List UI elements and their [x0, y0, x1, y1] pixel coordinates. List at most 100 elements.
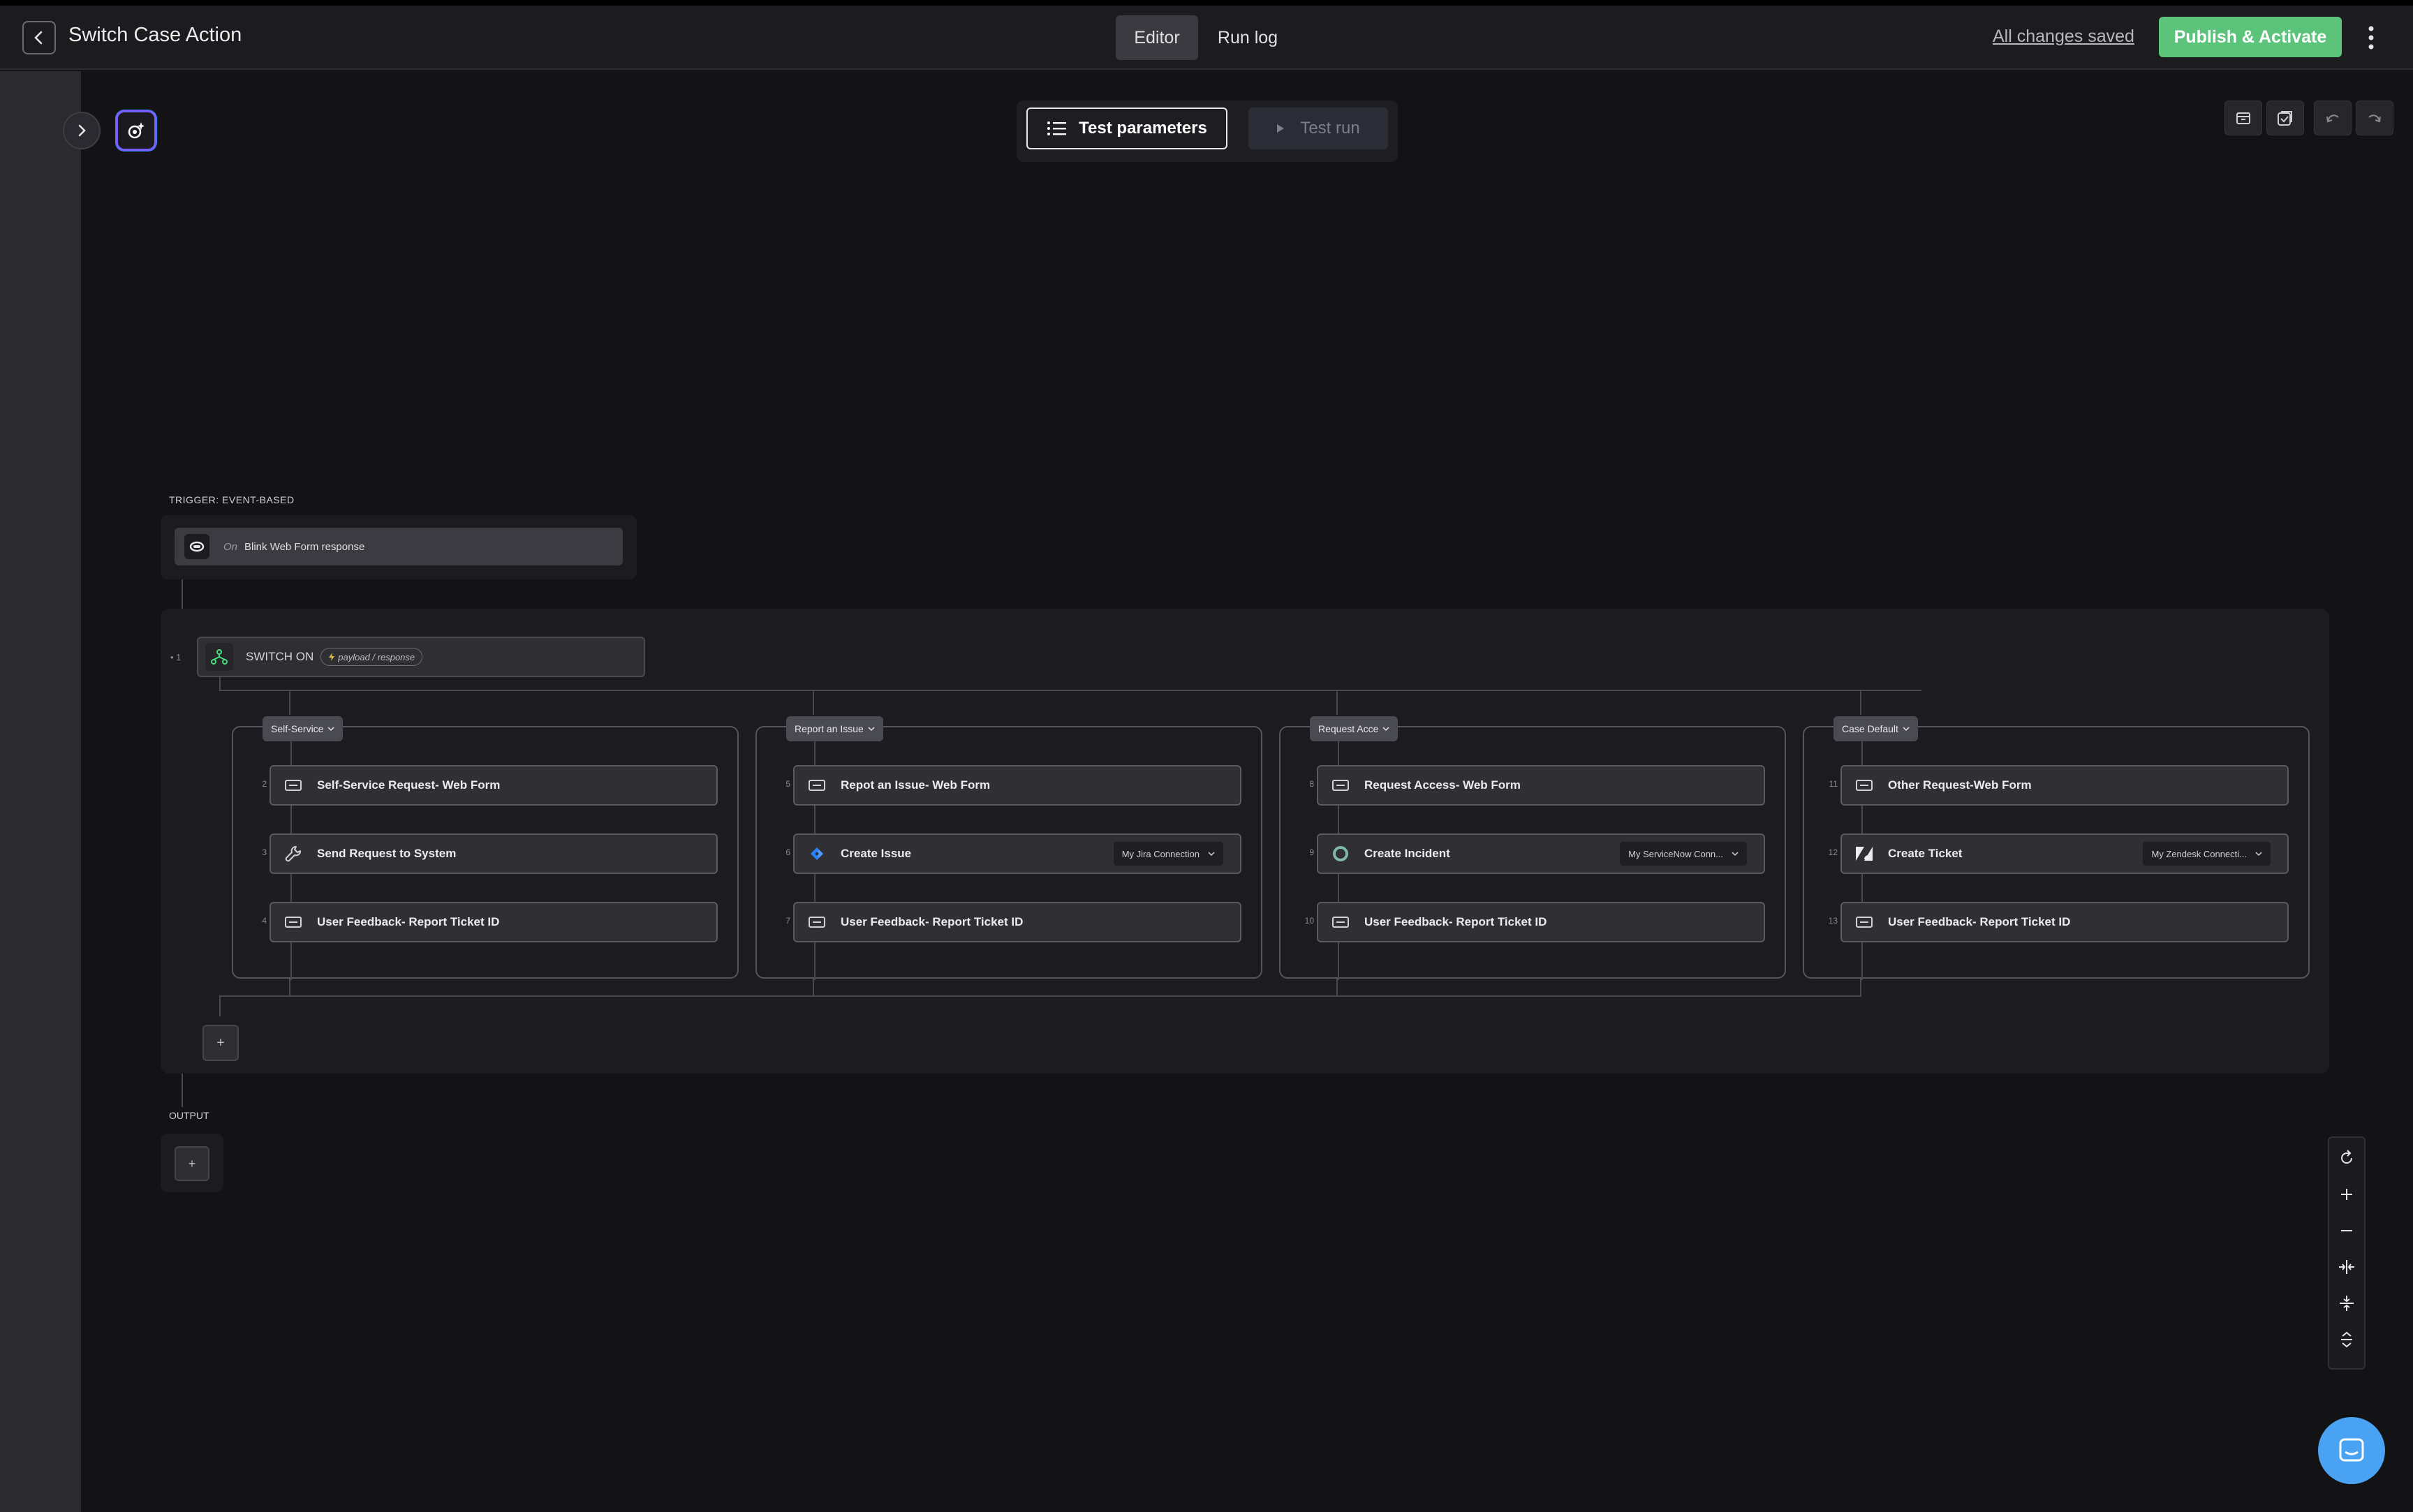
step-card[interactable]: 5 Repot an Issue- Web Form	[785, 765, 1241, 806]
kebab-menu-icon	[2368, 26, 2374, 50]
tab-editor[interactable]: Editor	[1116, 15, 1198, 60]
connection-label: My Jira Connection	[1121, 848, 1200, 859]
step-number: 9	[1309, 847, 1314, 857]
trigger-card[interactable]: On Blink Web Form response	[175, 528, 623, 565]
publish-activate-button[interactable]: Publish & Activate	[2159, 17, 2342, 57]
connection-label: My Zendesk Connecti...	[2151, 848, 2247, 859]
branch-self-service: Self-Service 2 Self-Service Request- Web…	[232, 716, 739, 980]
undo-icon	[2326, 114, 2339, 123]
branch-tag[interactable]: Case Default	[1833, 716, 1918, 741]
test-run-label: Test run	[1300, 119, 1360, 138]
app-root: Switch Case Action Editor Run log All ch…	[0, 0, 2413, 1512]
collapse-all-button[interactable]	[2329, 1322, 2364, 1357]
branch-case-default: Case Default 11 Other Request-Web Form 1…	[1803, 716, 2310, 980]
tab-run-log[interactable]: Run log	[1204, 15, 1292, 60]
branch-tag[interactable]: Report an Issue	[786, 716, 883, 741]
ai-assistant-button[interactable]	[116, 110, 156, 151]
chevron-down-icon	[327, 727, 334, 732]
page-title: Switch Case Action	[68, 24, 242, 46]
undo-button[interactable]	[2314, 101, 2352, 135]
step-number: 13	[1828, 916, 1838, 926]
step-card[interactable]: 13 User Feedback- Report Ticket ID	[1829, 902, 2289, 942]
chevron-down-icon	[2255, 852, 2262, 857]
output-section: +	[161, 1134, 223, 1192]
connector-line	[1861, 874, 1863, 902]
back-button[interactable]	[22, 21, 56, 54]
step-number: 5	[785, 779, 790, 789]
expand-sidebar-button[interactable]	[63, 112, 101, 149]
connector-line	[1338, 806, 1339, 833]
step-card[interactable]: 8 Request Access- Web Form	[1309, 765, 1765, 806]
step-title: Send Request to System	[317, 847, 457, 860]
fit-width-button[interactable]	[2329, 1250, 2364, 1284]
connector-line	[1861, 806, 1863, 833]
checklist-icon	[2278, 111, 2292, 126]
refresh-icon	[2341, 1150, 2352, 1164]
step-number: 6	[785, 847, 790, 857]
redo-button[interactable]	[2356, 101, 2393, 135]
left-sidebar	[0, 71, 81, 1512]
connector-line	[219, 677, 221, 691]
fit-horizontal-icon	[2339, 1260, 2354, 1274]
step-title: Request Access- Web Form	[1364, 778, 1521, 792]
step-number: 3	[262, 847, 267, 857]
step-card[interactable]: 11 Other Request-Web Form	[1829, 765, 2289, 806]
step-card[interactable]: 4 User Feedback- Report Ticket ID	[262, 902, 718, 942]
connection-select[interactable]: My ServiceNow Conn...	[1620, 842, 1747, 866]
zoom-out-button[interactable]	[2329, 1213, 2364, 1248]
step-card[interactable]: 6 Create Issue My Jira Connection	[785, 833, 1241, 874]
chevron-left-icon	[34, 31, 43, 45]
step-title: Create Issue	[841, 847, 912, 860]
save-status-link[interactable]: All changes saved	[1993, 27, 2134, 47]
step-card[interactable]: 9 Create Incident My ServiceNow Conn...	[1309, 833, 1765, 874]
connection-select[interactable]: My Jira Connection	[1113, 842, 1223, 866]
add-output-button[interactable]: +	[175, 1146, 209, 1181]
connector-line	[1336, 690, 1338, 715]
step-card[interactable]: 12 Create Ticket My Zendesk Connecti...	[1829, 833, 2289, 874]
step-card[interactable]: 7 User Feedback- Report Ticket ID	[785, 902, 1241, 942]
step-number: 10	[1304, 916, 1314, 926]
switch-on-label: SWITCH ON	[246, 650, 314, 663]
connection-select[interactable]: My Zendesk Connecti...	[2143, 842, 2271, 866]
archive-button[interactable]	[2224, 101, 2262, 135]
archive-icon	[2236, 112, 2250, 124]
minus-icon	[2341, 1230, 2352, 1231]
step-title: User Feedback- Report Ticket ID	[317, 915, 500, 928]
form-icon	[804, 773, 829, 798]
chat-support-button[interactable]	[2318, 1417, 2385, 1484]
jira-icon	[804, 841, 829, 866]
step-card[interactable]: 2 Self-Service Request- Web Form	[262, 765, 718, 806]
connector-line	[1336, 979, 1338, 997]
chevron-down-icon	[868, 727, 875, 732]
reset-view-button[interactable]	[2329, 1141, 2364, 1176]
switch-on-card[interactable]: SWITCH ON payload / response	[197, 637, 645, 677]
connector-line	[814, 741, 816, 765]
add-step-button[interactable]: +	[202, 1025, 239, 1061]
connector-line	[290, 741, 292, 765]
switch-variable-text: payload / response	[338, 651, 415, 662]
form-icon	[1328, 773, 1353, 798]
zoom-controls	[2328, 1136, 2366, 1370]
connector-line	[1860, 690, 1861, 715]
test-parameters-button[interactable]: Test parameters	[1026, 108, 1227, 149]
fit-height-button[interactable]	[2329, 1286, 2364, 1321]
validate-button[interactable]	[2266, 101, 2304, 135]
connector-line	[182, 1074, 183, 1107]
connector-line	[814, 942, 816, 980]
branch-tag[interactable]: Self-Service	[263, 716, 344, 741]
step-number: 12	[1828, 847, 1838, 857]
plus-icon	[2341, 1189, 2352, 1200]
more-options-button[interactable]	[2356, 21, 2386, 54]
step-title: User Feedback- Report Ticket ID	[1364, 915, 1547, 928]
step-card[interactable]: 10 User Feedback- Report Ticket ID	[1305, 902, 1765, 942]
branch-tag[interactable]: Request Acce	[1310, 716, 1399, 741]
step-card[interactable]: 3 Send Request to System	[262, 833, 718, 874]
connector-line	[182, 579, 183, 609]
chevron-down-icon	[1382, 727, 1389, 732]
trigger-on-label: On	[223, 540, 238, 553]
zoom-in-button[interactable]	[2329, 1177, 2364, 1212]
switch-variable-chip[interactable]: payload / response	[320, 648, 423, 666]
test-run-button[interactable]: Test run	[1248, 108, 1388, 149]
canvas-tools	[2224, 101, 2393, 135]
branch-report-an-issue: Report an Issue 5 Repot an Issue- Web Fo…	[755, 716, 1262, 980]
